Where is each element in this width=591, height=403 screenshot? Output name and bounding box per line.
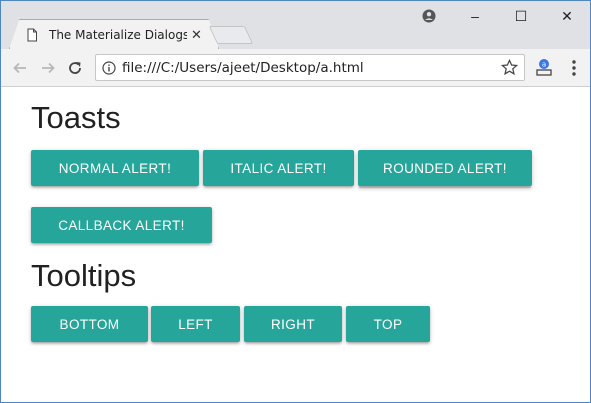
maximize-button[interactable]: ☐	[498, 1, 544, 31]
extension-icon[interactable]: a	[534, 57, 554, 77]
back-button[interactable]	[10, 58, 30, 78]
info-icon[interactable]	[102, 60, 116, 75]
forward-arrow-icon	[42, 62, 55, 74]
tooltip-bottom-button[interactable]: BOTTOM	[31, 306, 148, 342]
profile-icon[interactable]	[422, 9, 436, 23]
title-bar: The Materialize Dialogs E ✕ – ☐ ✕	[1, 1, 590, 49]
browser-window: The Materialize Dialogs E ✕ – ☐ ✕ file:/…	[0, 0, 591, 403]
normal-alert-button[interactable]: NORMAL ALERT!	[31, 150, 199, 186]
window-controls: – ☐ ✕	[452, 1, 590, 31]
svg-text:a: a	[542, 61, 546, 69]
page-icon	[27, 28, 37, 42]
back-arrow-icon	[13, 62, 26, 74]
close-window-button[interactable]: ✕	[544, 1, 590, 31]
toasts-heading: Toasts	[31, 100, 121, 135]
rounded-alert-button[interactable]: ROUNDED ALERT!	[358, 150, 532, 186]
tab-title: The Materialize Dialogs E	[49, 28, 187, 42]
forward-button[interactable]	[38, 58, 58, 78]
star-icon[interactable]	[501, 59, 518, 76]
menu-icon[interactable]	[567, 58, 581, 78]
italic-alert-button[interactable]: ITALIC ALERT!	[203, 150, 354, 186]
url-text[interactable]: file:///C:/Users/ajeet/Desktop/a.html	[122, 60, 364, 76]
tab-close-icon[interactable]: ✕	[191, 28, 202, 43]
new-tab-button[interactable]	[208, 26, 254, 44]
reload-icon	[69, 62, 81, 74]
tab-content[interactable]: The Materialize Dialogs E ✕	[17, 22, 207, 48]
tooltip-left-button[interactable]: LEFT	[151, 306, 240, 342]
page-content: Toasts NORMAL ALERT! ITALIC ALERT! ROUND…	[1, 88, 590, 402]
tooltips-heading: Tooltips	[31, 258, 137, 293]
minimize-button[interactable]: –	[452, 1, 498, 31]
tooltip-right-button[interactable]: RIGHT	[244, 306, 342, 342]
tooltip-top-button[interactable]: TOP	[346, 306, 430, 342]
address-bar[interactable]: file:///C:/Users/ajeet/Desktop/a.html	[95, 54, 525, 81]
callback-alert-button[interactable]: CALLBACK ALERT!	[31, 207, 212, 243]
browser-toolbar: file:///C:/Users/ajeet/Desktop/a.html a	[1, 49, 590, 87]
reload-button[interactable]	[65, 58, 85, 78]
